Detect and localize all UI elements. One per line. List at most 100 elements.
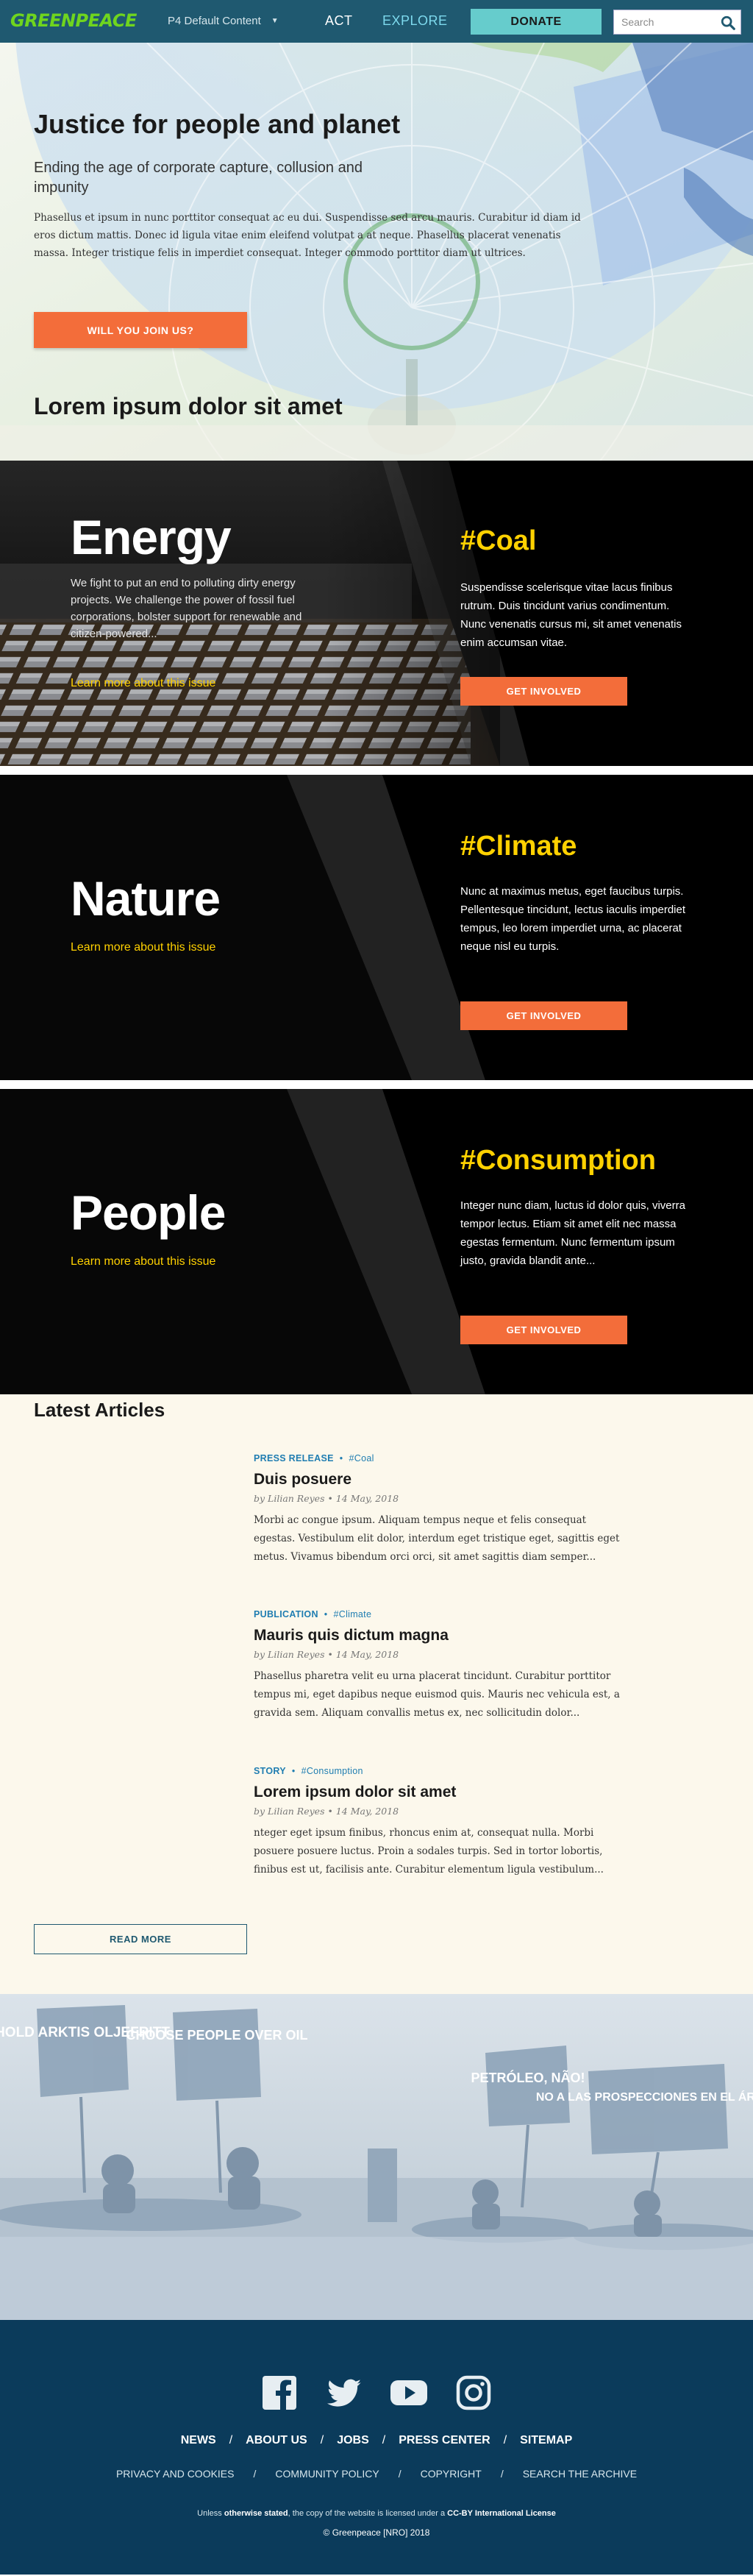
get-involved-button[interactable]: GET INVOLVED [460,1316,627,1344]
nav-separator: / [398,2468,402,2480]
issue-nature: Nature Learn more about this issue #Clim… [0,775,753,1080]
article-item: PUBLICATION • #Climate Mauris quis dictum … [254,1609,621,1722]
license-prefix: Unless [197,2509,222,2518]
search-icon[interactable] [720,15,736,31]
top-navigation: GREENPEACE P4 Default Content ▼ ACT EXPL… [0,0,753,43]
footer-link-press-center[interactable]: PRESS CENTER [399,2434,490,2447]
article-type-link[interactable]: STORY [254,1766,286,1776]
protest-sign-text: PETRÓLEO, NÃO! [471,2070,585,2085]
footer-link-sitemap[interactable]: SITEMAP [520,2434,572,2447]
donate-button[interactable]: DONATE [471,9,602,35]
article-title-link[interactable]: Duis posuere [254,1471,621,1489]
article-byline: by Lilian Reyes • 14 May, 2018 [254,1493,399,1504]
join-us-button[interactable]: WILL YOU JOIN US? [34,312,247,348]
article-meta: PUBLICATION • #Climate [254,1609,621,1619]
greenpeace-logo[interactable]: GREENPEACE [10,10,137,31]
license-notice: Unless otherwise stated, the copy of the… [0,2509,753,2518]
youtube-icon[interactable] [389,2373,429,2413]
article-type-link[interactable]: PRESS RELEASE [254,1453,334,1463]
get-involved-button[interactable]: GET INVOLVED [460,1001,627,1030]
site-dropdown-label: P4 Default Content [168,15,261,27]
learn-more-link[interactable]: Learn more about this issue [71,677,215,690]
issue-description: We fight to put an end to polluting dirt… [71,577,302,640]
issue-campaign-tag[interactable]: #Consumption [460,1145,656,1177]
copyright-text: Greenpeace [NRO] 2018 [332,2527,430,2538]
issue-people: People Learn more about this issue #Cons… [0,1089,753,1394]
footer-link-about[interactable]: ABOUT US [246,2434,307,2447]
footer-secondary-nav: PRIVACY AND COOKIES / COMMUNITY POLICY /… [0,2468,753,2480]
footer-link-community-policy[interactable]: COMMUNITY POLICY [275,2468,379,2480]
article-tag-link[interactable]: #Coal [349,1453,374,1463]
issue-energy: Energy We fight to put an end to polluti… [0,461,753,766]
section-heading: Lorem ipsum dolor sit amet [34,393,343,419]
article-excerpt: Phasellus pharetra velit eu urna placera… [254,1670,620,1719]
protest-sign-text: CHOOSE PEOPLE OVER OIL [126,2028,307,2043]
article-excerpt: nteger eget ipsum finibus, rhoncus enim … [254,1827,604,1876]
facebook-icon[interactable] [260,2373,299,2413]
nav-act-link[interactable]: ACT [325,13,353,29]
footer-link-search-archive[interactable]: SEARCH THE ARCHIVE [523,2468,637,2480]
article-item: STORY • #Consumption Lorem ipsum dolor sit… [254,1766,621,1879]
nav-separator: / [229,2434,233,2447]
copyright-icon: © [323,2527,330,2538]
read-more-button[interactable]: READ MORE [34,1924,247,1954]
campaign-description: Nunc at maximus metus, eget faucibus tur… [460,885,685,953]
article-type-link[interactable]: PUBLICATION [254,1609,318,1619]
learn-more-link[interactable]: Learn more about this issue [71,941,215,954]
campaign-description: Integer nunc diam, luctus id dolor quis,… [460,1199,685,1267]
learn-more-link[interactable]: Learn more about this issue [71,1255,215,1269]
protest-image: HOLD ARKTIS OLJEFRITT CHOOSE PEOPLE OVER… [0,1994,753,2320]
footer-primary-nav: NEWS / ABOUT US / JOBS / PRESS CENTER / … [0,2434,753,2447]
kayak-protest-illustration: HOLD ARKTIS OLJEFRITT CHOOSE PEOPLE OVER… [0,1994,753,2320]
issue-campaign-tag[interactable]: #Coal [460,525,536,557]
issue-name: Nature [71,871,221,926]
hero-section: Justice for people and planet Ending the… [0,43,753,461]
get-involved-button[interactable]: GET INVOLVED [460,677,627,706]
issue-campaign-tag[interactable]: #Climate [460,831,577,862]
nav-separator: / [503,2434,507,2447]
footer-link-privacy[interactable]: PRIVACY AND COOKIES [116,2468,235,2480]
section-divider [0,766,753,775]
article-tag-link[interactable]: #Climate [333,1609,371,1619]
article-item: PRESS RELEASE • #Coal Duis posuere by Lili… [254,1453,621,1566]
protest-sign-text: NO A LAS PROSPECCIONES EN EL ÁRTICO [536,2090,753,2104]
issue-name: People [71,1185,226,1240]
site-footer: NEWS / ABOUT US / JOBS / PRESS CENTER / … [0,2320,753,2575]
hero-subtitle: Ending the age of corporate capture, col… [34,160,363,196]
page-title: Justice for people and planet [34,109,401,139]
hero-body-text: Phasellus et ipsum in nunc porttitor con… [34,212,581,259]
nav-separator: / [500,2468,504,2480]
article-title-link[interactable]: Mauris quis dictum magna [254,1627,621,1644]
campaign-description: Suspendisse scelerisque vitae lacus fini… [460,581,682,649]
article-tag-link[interactable]: #Consumption [301,1766,363,1776]
article-excerpt: Morbi ac congue ipsum. Aliquam tempus ne… [254,1514,620,1563]
search-input[interactable] [614,10,717,34]
article-byline: by Lilian Reyes • 14 May, 2018 [254,1806,399,1817]
latest-articles-section: Latest Articles PRESS RELEASE • #Coal Duis… [0,1394,753,1994]
meta-separator: • [339,1453,343,1463]
article-byline: by Lilian Reyes • 14 May, 2018 [254,1649,399,1660]
instagram-icon[interactable] [454,2373,493,2413]
search-form [613,10,741,35]
article-meta: STORY • #Consumption [254,1766,621,1776]
license-link[interactable]: CC-BY International License [447,2509,556,2518]
site-dropdown[interactable]: P4 Default Content ▼ [168,15,279,27]
meta-separator: • [324,1609,328,1619]
article-title-link[interactable]: Lorem ipsum dolor sit amet [254,1784,621,1801]
nav-separator: / [320,2434,324,2447]
article-meta: PRESS RELEASE • #Coal [254,1453,621,1463]
license-emphasis: otherwise stated [224,2509,288,2518]
section-divider [0,1080,753,1089]
footer-link-jobs[interactable]: JOBS [337,2434,369,2447]
chevron-down-icon: ▼ [271,17,279,25]
nav-separator: / [253,2468,257,2480]
license-middle: , the copy of the website is licensed un… [288,2509,446,2518]
footer-link-news[interactable]: NEWS [181,2434,216,2447]
nav-explore-link[interactable]: EXPLORE [382,13,448,29]
issue-name: Energy [71,510,232,564]
twitter-icon[interactable] [324,2373,364,2413]
social-links [0,2373,753,2413]
footer-link-copyright[interactable]: COPYRIGHT [421,2468,482,2480]
latest-articles-heading: Latest Articles [34,1399,165,1421]
meta-separator: • [291,1766,296,1776]
